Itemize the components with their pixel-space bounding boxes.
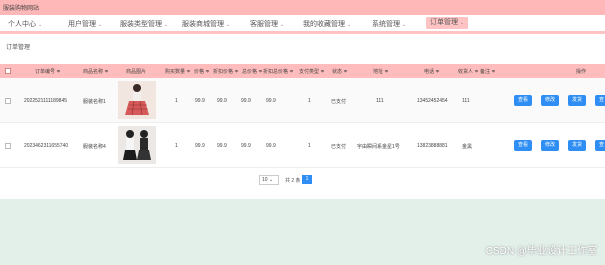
header-price[interactable]: 价格 ≑ <box>194 68 210 75</box>
ship-button[interactable]: 发货 <box>568 95 587 106</box>
chevron-down-icon: ⌄ <box>268 177 274 183</box>
cell-address: 宇由瞬间系金星1号 <box>357 144 400 150</box>
cell-total-price: 99.9 <box>241 98 251 104</box>
chevron-down-icon: ⌄ <box>280 22 285 28</box>
edit-button[interactable]: 修改 <box>541 95 560 106</box>
view-button[interactable]: 查看 <box>514 95 533 106</box>
product-image <box>118 81 156 119</box>
footer: CSDN @毕业设计工作室 <box>0 199 605 265</box>
top-bar: 服装购物网站 <box>0 0 605 15</box>
cell-phone: 13452452454 <box>417 98 448 104</box>
cell-discount-price: 99.9 <box>217 143 227 149</box>
cell-order-no: 2023462311655740 <box>24 143 69 149</box>
nav-divider <box>0 31 605 34</box>
header-note[interactable]: 备注 ≑ <box>480 68 496 75</box>
select-all-checkbox[interactable] <box>5 68 11 74</box>
cell-status: 已支付 <box>331 144 347 150</box>
header-discount-total[interactable]: 折扣总价格 ≑ <box>263 68 294 75</box>
main-nav: 个人中心 ⌄ 用户管理 ⌄ 服装类型管理 ⌄ 服装商城管理 ⌄ 客服管理 ⌄ 我的收藏管理… <box>0 15 605 30</box>
header-product-name[interactable]: 商品名称 ≑ <box>83 68 109 75</box>
cell-payment-type: 1 <box>308 98 311 104</box>
header-status[interactable]: 状态 ≑ <box>332 68 348 75</box>
cell-phone: 13823888881 <box>417 143 448 149</box>
header-address[interactable]: 地址 ≑ <box>373 68 389 75</box>
page-button-current[interactable]: 1 <box>302 175 312 184</box>
nav-customer-service-management[interactable]: 客服管理 ⌄ <box>250 19 284 29</box>
nav-user-management[interactable]: 用户管理 ⌄ <box>68 19 102 29</box>
header-actions: 操作 <box>576 69 587 75</box>
page-title: 订单管理 <box>6 45 31 51</box>
view-button[interactable]: 查看 <box>595 140 605 159</box>
cell-total-price: 99.9 <box>241 143 251 149</box>
cell-receiver: 111 <box>462 98 470 104</box>
chevron-down-icon: ⌄ <box>347 22 352 28</box>
nav-clothing-type-management[interactable]: 服装类型管理 ⌄ <box>120 19 168 29</box>
table-row: 2022521111189845 服装名称1 1 99.9 99.9 99.9 … <box>0 78 605 123</box>
cell-quantity: 1 <box>175 143 178 149</box>
cell-price: 99.9 <box>195 98 205 104</box>
header-quantity[interactable]: 购买数量 ≑ <box>165 68 191 75</box>
chevron-down-icon: ⌄ <box>98 22 103 28</box>
cell-discount-price: 99.9 <box>217 98 227 104</box>
cell-product-name: 服装名称4 <box>83 144 106 150</box>
page-size-select[interactable]: 10 ⌄ <box>259 175 279 185</box>
orders-table: 订单编号 ≑ 商品名称 ≑ 商品图片 购买数量 ≑ 价格 ≑ 折扣价格 ≑ 总价… <box>0 64 605 168</box>
cell-receiver: 金黑 <box>462 144 473 150</box>
nav-order-management[interactable]: 订单管理 ⌄ <box>426 17 469 29</box>
header-total-price[interactable]: 总价格 ≑ <box>242 68 263 75</box>
chevron-down-icon: ⌄ <box>226 22 231 28</box>
cell-order-no: 2022521111189845 <box>24 98 68 104</box>
nav-clothing-mall-management[interactable]: 服装商城管理 ⌄ <box>182 19 230 29</box>
nav-system-management[interactable]: 系统管理 ⌄ <box>372 19 406 29</box>
cell-quantity: 1 <box>175 98 178 104</box>
cell-price: 99.9 <box>195 143 205 149</box>
cell-status: 已支付 <box>331 99 347 105</box>
cell-discount-total: 99.9 <box>266 143 276 149</box>
row-checkbox[interactable] <box>5 143 11 149</box>
site-title: 服装购物网站 <box>3 6 40 12</box>
nav-personal-center[interactable]: 个人中心 ⌄ <box>8 19 42 29</box>
header-receiver[interactable]: 收货人 ≑ <box>458 68 479 75</box>
header-product-image: 商品图片 <box>126 69 147 75</box>
view-button[interactable]: 查看 <box>514 140 533 151</box>
header-discount-price[interactable]: 折扣价格 ≑ <box>213 68 239 75</box>
chevron-down-icon: ⌄ <box>402 22 407 28</box>
header-payment-type[interactable]: 支付类型 ≑ <box>299 68 325 75</box>
chevron-down-icon: ⌄ <box>460 20 465 26</box>
view-button[interactable]: 查看 <box>595 95 605 114</box>
chevron-down-icon: ⌄ <box>38 22 43 28</box>
cell-payment-type: 1 <box>308 143 311 149</box>
ship-button[interactable]: 发货 <box>568 140 587 151</box>
cell-product-name: 服装名称1 <box>83 99 106 105</box>
table-header: 订单编号 ≑ 商品名称 ≑ 商品图片 购买数量 ≑ 价格 ≑ 折扣价格 ≑ 总价… <box>0 64 605 78</box>
nav-favorites-management[interactable]: 我的收藏管理 ⌄ <box>303 19 351 29</box>
cell-address: 111 <box>376 98 384 104</box>
watermark: CSDN @毕业设计工作室 <box>485 246 597 257</box>
header-order-no[interactable]: 订单编号 ≑ <box>35 68 61 75</box>
total-count: 共 2 条 <box>285 178 301 184</box>
table-row: 2023462311655740 服装名称4 1 99.9 99.9 99.9 … <box>0 123 605 168</box>
product-image <box>118 126 156 164</box>
chevron-down-icon: ⌄ <box>164 22 169 28</box>
edit-button[interactable]: 修改 <box>541 140 560 151</box>
row-checkbox[interactable] <box>5 98 11 104</box>
header-phone[interactable]: 电话 ≑ <box>424 68 440 75</box>
cell-discount-total: 99.9 <box>266 98 276 104</box>
